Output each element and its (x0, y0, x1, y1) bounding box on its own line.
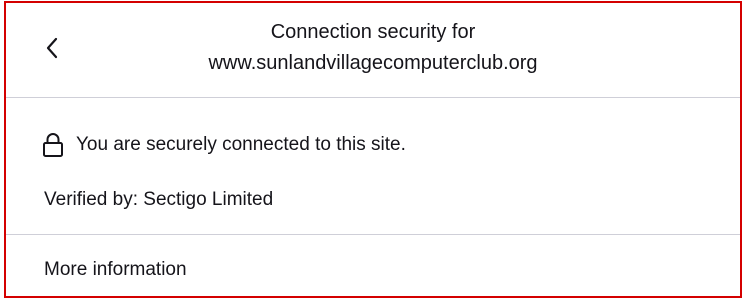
footer-divider (6, 234, 740, 235)
verified-by-text: Verified by: Sectigo Limited (44, 189, 274, 210)
title-line-1: Connection security for (270, 21, 476, 43)
header-divider (6, 97, 740, 98)
lock-icon (43, 133, 63, 157)
security-status-text: You are securely connected to this site. (76, 134, 406, 155)
back-button[interactable] (38, 31, 78, 71)
panel-header: Connection security for www.sunlandvilla… (6, 3, 740, 96)
title-line-2: www.sunlandvillagecomputerclub.org (208, 52, 538, 74)
security-status-row: You are securely connected to this site. (42, 127, 406, 163)
connection-security-panel: Connection security for www.sunlandvilla… (4, 1, 742, 298)
page-title: Connection security for www.sunlandvilla… (96, 17, 650, 79)
chevron-left-icon (46, 37, 58, 59)
more-information-link[interactable]: More information (44, 259, 187, 281)
